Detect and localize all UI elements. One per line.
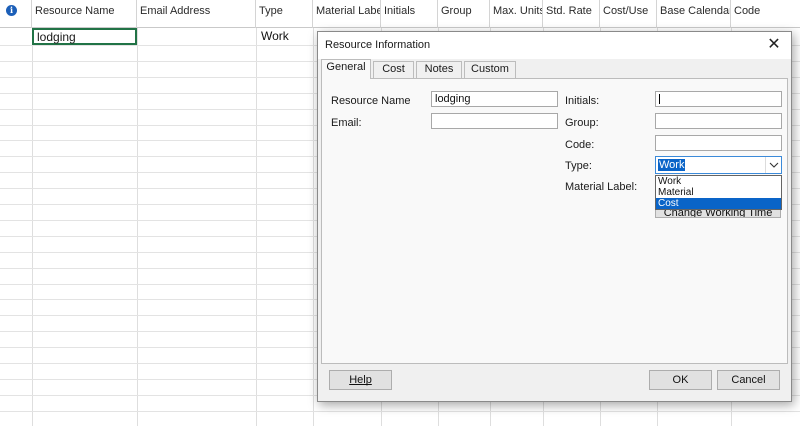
- dialog-title: Resource Information: [325, 39, 431, 51]
- grid-row-line: [0, 411, 800, 412]
- general-panel: Resource Name lodging Email: Initials: G…: [321, 78, 788, 364]
- text-caret: [659, 94, 660, 105]
- close-icon[interactable]: ✕: [763, 35, 785, 55]
- selected-cell-resource-name[interactable]: lodging: [32, 28, 137, 45]
- grid-column-line: [313, 28, 314, 426]
- type-dropdown-list: Work Material Cost: [655, 175, 782, 210]
- cancel-button-label: Cancel: [731, 374, 766, 386]
- initials-label: Initials:: [565, 95, 600, 107]
- tab-general[interactable]: General: [321, 59, 371, 79]
- tab-notes[interactable]: Notes: [416, 61, 462, 78]
- col-header-std-rate[interactable]: Std. Rate: [543, 0, 600, 28]
- cell-type[interactable]: Work: [261, 29, 289, 43]
- tab-custom[interactable]: Custom: [464, 61, 516, 78]
- material-label-label: Material Label:: [565, 181, 638, 193]
- type-option-material[interactable]: Material: [656, 187, 781, 198]
- col-header-max-units[interactable]: Max. Units: [490, 0, 543, 28]
- group-label: Group:: [565, 117, 599, 129]
- grid-column-line: [32, 28, 33, 426]
- code-input[interactable]: [655, 135, 782, 151]
- help-button-label: Help: [349, 374, 372, 386]
- col-header-resource-name[interactable]: Resource Name: [32, 0, 137, 28]
- code-label: Code:: [565, 139, 595, 151]
- col-header-type[interactable]: Type: [256, 0, 313, 28]
- info-icon: i: [6, 5, 17, 16]
- type-select[interactable]: Work: [655, 156, 782, 174]
- col-header-email[interactable]: Email Address: [137, 0, 256, 28]
- column-header-row: i Resource Name Email Address Type Mater…: [0, 0, 800, 28]
- resource-name-input[interactable]: lodging: [431, 91, 558, 107]
- type-option-cost[interactable]: Cost: [656, 198, 781, 209]
- tab-cost[interactable]: Cost: [373, 61, 414, 78]
- grid-column-line: [256, 28, 257, 426]
- cancel-button[interactable]: Cancel: [717, 370, 780, 390]
- col-header-base-calendar[interactable]: Base Calendar: [657, 0, 731, 28]
- email-label: Email:: [331, 117, 362, 129]
- col-header-group[interactable]: Group: [438, 0, 490, 28]
- col-header-code[interactable]: Code: [731, 0, 800, 28]
- col-header-material-label[interactable]: Material Label: [313, 0, 381, 28]
- grid-column-line: [137, 28, 138, 426]
- type-label: Type:: [565, 160, 592, 172]
- resource-information-dialog: Resource Information ✕ General Cost Note…: [317, 31, 792, 402]
- help-button[interactable]: Help: [329, 370, 392, 390]
- type-select-value: Work: [658, 159, 686, 171]
- col-header-cost-use[interactable]: Cost/Use: [600, 0, 657, 28]
- dialog-titlebar[interactable]: Resource Information ✕: [318, 32, 791, 59]
- type-option-work[interactable]: Work: [656, 176, 781, 187]
- initials-input[interactable]: [655, 91, 782, 107]
- ok-button[interactable]: OK: [649, 370, 712, 390]
- chevron-down-icon[interactable]: [765, 157, 781, 173]
- email-input[interactable]: [431, 113, 558, 129]
- resource-name-label: Resource Name: [331, 95, 411, 107]
- indicator-header[interactable]: i: [0, 0, 32, 28]
- group-input[interactable]: [655, 113, 782, 129]
- col-header-initials[interactable]: Initials: [381, 0, 438, 28]
